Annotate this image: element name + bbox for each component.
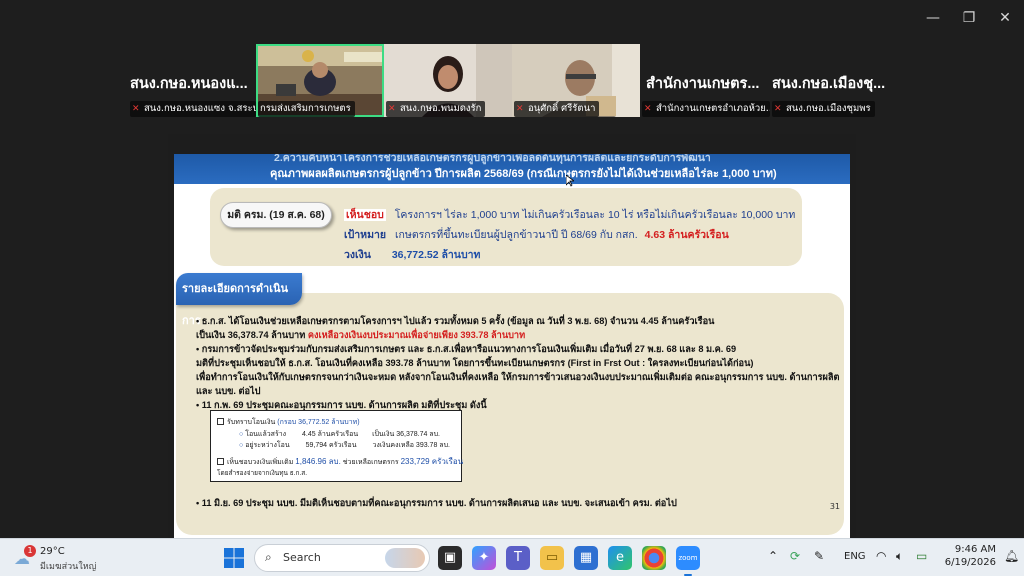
detail-line: เพื่อทำการโอนเงินให้กับเกษตรกรจนกว่าเงิน…: [196, 372, 840, 382]
detail-line: เป็นเงิน 36,378.74 ล้านบาท คงเหลือวงเงิน…: [196, 330, 526, 340]
clock-time: 9:46 AM: [954, 544, 996, 555]
inset-source: โดยสำรองจ่ายจากเงินทุน ธ.ก.ส.: [217, 470, 308, 477]
copilot-icon[interactable]: ✦: [472, 546, 496, 570]
shared-screen[interactable]: 2.ความคืบหน้าโครงการช่วยเหลือเกษตรกรผู้ป…: [168, 134, 856, 538]
slide-header-line2: คุณภาพผลผลิตเกษตรกรผู้ปลูกข้าว ปีการผลิต…: [270, 168, 777, 180]
participant-label: ✕ อนุศักดิ์ ศรีรัตนา: [514, 101, 600, 117]
taskbar-search-box[interactable]: ⌕ Search: [254, 544, 430, 572]
search-icon: ⌕: [265, 550, 272, 564]
remaining-budget: คงเหลือวงเงินงบประมาณเพื่อจ่ายเพียง 393.…: [307, 330, 526, 340]
detail-line: • 11 มิ.ย. 69 ประชุม นบข. มีมติเห็นชอบตา…: [196, 498, 677, 508]
weather-widget[interactable]: ☁ 1 29°C มีเมฆส่วนใหญ่: [12, 545, 132, 573]
detail-line: • ธ.ก.ส. ได้โอนเงินช่วยเหลือเกษตรกรตามโค…: [196, 316, 715, 326]
muted-mic-icon: ✕: [774, 104, 782, 114]
sync-icon[interactable]: ⟳: [790, 549, 800, 563]
details-tab: รายละเอียดการดำเนินการ: [176, 273, 302, 327]
inset-ack-row: รับทราบโอนเงิน (กรอบ 36,772.52 ล้านบาท): [217, 417, 360, 428]
target-row: เป้าหมาย เกษตรกรที่ขึ้นทะเบียนผู้ปลูกข้า…: [344, 226, 729, 243]
clock-date: 6/19/2026: [944, 557, 996, 568]
target-value: 4.63 ล้านครัวเรือน: [644, 229, 729, 241]
muted-mic-icon: ✕: [132, 104, 140, 114]
inset-approve-row: เห็นชอบวงเงินเพิ่มเติม 1,846.96 ลบ. ช่วย…: [217, 455, 463, 468]
pen-icon[interactable]: ✎: [814, 549, 824, 563]
participant-tile-name[interactable]: สนง.กษอ.หนองแ...: [130, 72, 248, 95]
zoom-icon[interactable]: zoom: [676, 546, 700, 570]
muted-mic-icon: ✕: [644, 104, 652, 114]
target-text: เกษตรกรที่ขึ้นทะเบียนผู้ปลูกข้าวนาปี ปี …: [394, 229, 638, 241]
task-view-icon[interactable]: ▣: [438, 546, 462, 570]
windows-taskbar: ☁ 1 29°C มีเมฆส่วนใหญ่ ⌕ Search ▣ ✦ T ▭ …: [0, 538, 1024, 576]
edge-icon[interactable]: e: [608, 546, 632, 570]
inset-pending-row: ○ อยู่ระหว่างโอน 59,794 ครัวเรือน วงเงิน…: [239, 442, 450, 449]
participant-label: ✕ สนง.กษอ.เมืองชุมพร: [772, 101, 875, 117]
detail-line: • กรมการข้าวจัดประชุมร่วมกับกรมส่งเสริมก…: [196, 344, 737, 354]
presentation-slide: 2.ความคืบหน้าโครงการช่วยเหลือเกษตรกรผู้ป…: [174, 154, 850, 538]
slide-header-banner: 2.ความคืบหน้าโครงการช่วยเหลือเกษตรกรผู้ป…: [174, 154, 850, 184]
weather-desc: มีเมฆส่วนใหญ่: [40, 562, 97, 572]
approve-key: เห็นชอบ: [344, 209, 386, 221]
participant-label: กรมส่งเสริมการเกษตร: [258, 101, 355, 117]
chrome-icon[interactable]: [642, 546, 666, 570]
file-explorer-icon[interactable]: ▭: [540, 546, 564, 570]
clock[interactable]: 9:46 AM 6/19/2026: [940, 544, 996, 568]
weather-temp: 29°C: [40, 546, 65, 557]
target-key: เป้าหมาย: [344, 229, 387, 241]
volume-icon[interactable]: 🔈︎: [896, 549, 903, 564]
budget-key: วงเงิน: [344, 249, 371, 261]
detail-line: และ นบข. ต่อไป: [196, 386, 261, 396]
meeting-resolution-table: รับทราบโอนเงิน (กรอบ 36,772.52 ล้านบาท) …: [210, 410, 463, 482]
restore-button[interactable]: ❐: [954, 6, 984, 30]
language-indicator[interactable]: ENG: [844, 551, 866, 562]
slide-page-number: 31: [829, 502, 840, 511]
participant-tile-name[interactable]: สนง.กษอ.เมืองชุ...: [772, 72, 885, 95]
detail-line: มติที่ประชุมเห็นชอบให้ ธ.ก.ส. โอนเงินที่…: [196, 358, 754, 368]
participant-label: ✕ สำนักงานเกษตรอำเภอห้วย...: [642, 101, 770, 117]
checkbox-icon: [217, 418, 224, 425]
approve-row: เห็นชอบ โครงการฯ ไร่ละ 1,000 บาท ไม่เกิน…: [344, 206, 795, 223]
store-icon[interactable]: ▦: [574, 546, 598, 570]
search-highlight-icon: [385, 548, 425, 568]
battery-icon[interactable]: ▭: [916, 549, 927, 563]
cabinet-resolution-pill: มติ ครม. (19 ส.ค. 68): [220, 202, 332, 228]
budget-row: วงเงิน 36,772.52 ล้านบาท: [344, 246, 480, 263]
participant-tile-name[interactable]: สำนักงานเกษตร...: [646, 72, 759, 95]
inset-transferred-row: ○ โอนแล้วสร้าง 4.45 ล้านครัวเรือน เป็นเง…: [239, 431, 440, 438]
mouse-cursor-icon: [566, 175, 574, 187]
wifi-icon[interactable]: ◠: [876, 549, 886, 563]
search-placeholder: Search: [283, 551, 321, 564]
participant-label: ✕ สนง.กษอ.พนมดงรัก: [386, 101, 486, 117]
weather-badge: 1: [24, 545, 36, 557]
muted-mic-icon: ✕: [516, 104, 524, 114]
windows-logo-icon: [224, 548, 244, 568]
minimize-button[interactable]: —: [918, 6, 948, 30]
checkbox-icon: [217, 458, 224, 465]
notification-bell-icon[interactable]: 🔔︎: [1004, 549, 1019, 563]
start-button[interactable]: [222, 546, 246, 570]
approve-text: โครงการฯ ไร่ละ 1,000 บาท ไม่เกินครัวเรือ…: [394, 209, 796, 221]
teams-icon[interactable]: T: [506, 546, 530, 570]
close-button[interactable]: ✕: [990, 6, 1020, 30]
chevron-up-icon[interactable]: ⌃: [768, 549, 778, 563]
muted-mic-icon: ✕: [388, 104, 396, 114]
budget-value: 36,772.52 ล้านบาท: [391, 249, 481, 261]
zoom-meeting-window: — ❐ ✕ สนง.กษอ.หนองแ... ✕ สนง.กษอ.หนองแซง …: [0, 0, 1024, 576]
participant-label: ✕ สนง.กษอ.หนองแซง จ.สระบุรี: [130, 101, 256, 117]
